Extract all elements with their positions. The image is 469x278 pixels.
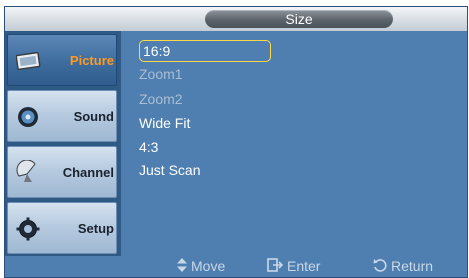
sidebar-item-label: Channel [62, 165, 114, 180]
menu-title: Size [285, 11, 313, 27]
footer-enter-label: Enter [287, 258, 321, 274]
footer-return-label: Return [391, 258, 434, 274]
footer-enter: Enter [267, 256, 320, 277]
up-down-arrows-icon [177, 257, 187, 277]
options-panel: 16:9 Zoom1 Zoom2 Wide Fit 4:3 Just Scan [121, 31, 467, 256]
option-16-9[interactable]: 16:9 [139, 40, 271, 62]
sidebar-item-picture[interactable]: Picture [7, 34, 117, 86]
sidebar-item-sound[interactable]: Sound [7, 90, 117, 142]
sound-icon [16, 104, 42, 130]
option-zoom1[interactable]: Zoom1 [139, 63, 369, 85]
sidebar-item-label: Sound [73, 109, 114, 124]
enter-icon [267, 257, 284, 277]
footer-help-bar: Move Enter Return [121, 256, 467, 277]
option-zoom2[interactable]: Zoom2 [139, 88, 369, 110]
setup-icon [16, 216, 42, 242]
footer-return: Return [373, 256, 433, 277]
sidebar-item-channel[interactable]: Channel [7, 146, 117, 198]
sidebar-item-label: Picture [69, 53, 114, 68]
sidebar-item-setup[interactable]: Setup [7, 202, 117, 254]
option-4-3[interactable]: 4:3 [139, 136, 369, 158]
osd-window: Size Picture Sound Channel Setup 16:9 Zo… [4, 6, 468, 278]
footer-move: Move [177, 256, 225, 277]
picture-icon [15, 48, 42, 74]
footer-move-label: Move [191, 258, 226, 274]
sidebar-item-label: Setup [77, 221, 114, 236]
option-just-scan[interactable]: Just Scan [139, 159, 369, 181]
channel-icon [16, 159, 42, 186]
sidebar: Picture Sound Channel Setup [5, 31, 121, 256]
option-wide-fit[interactable]: Wide Fit [139, 112, 369, 134]
return-icon [373, 257, 387, 277]
